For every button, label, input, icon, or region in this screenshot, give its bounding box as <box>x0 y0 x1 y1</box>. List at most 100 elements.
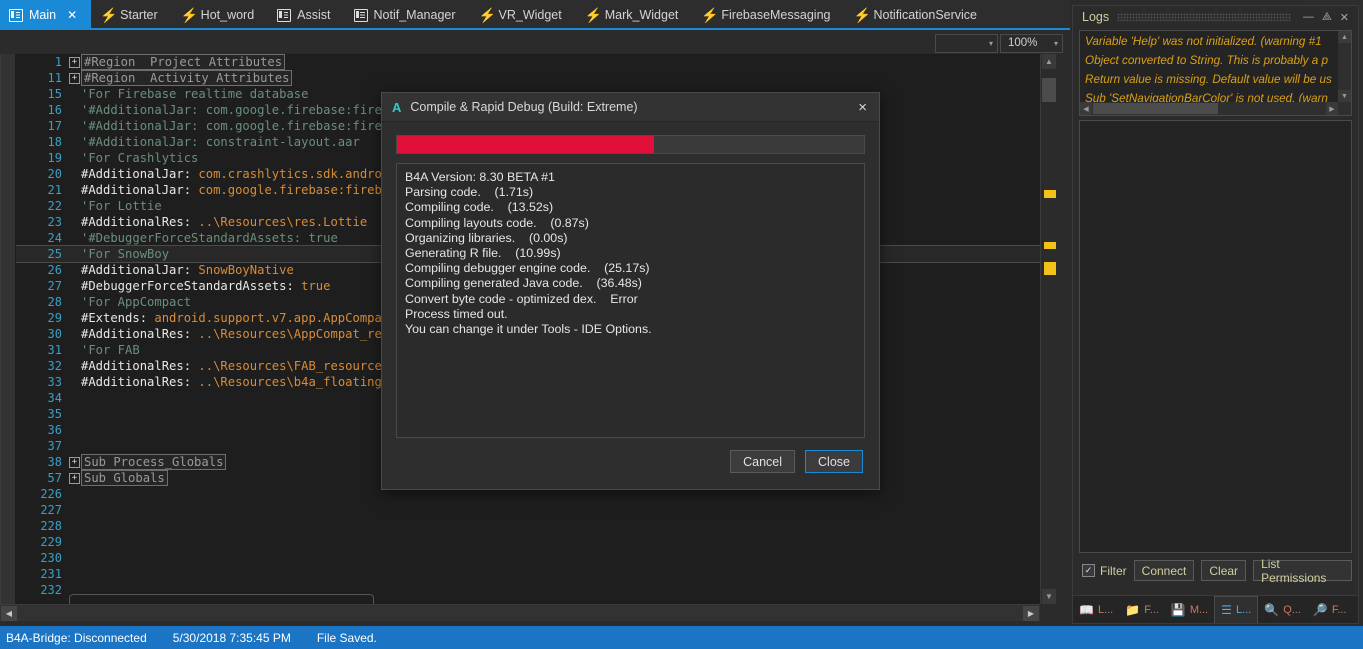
service-bolt-icon: ⚡ <box>100 6 118 23</box>
editor-tab-main[interactable]: Main ✕ <box>0 0 92 28</box>
close-icon[interactable]: × <box>854 100 871 115</box>
scrollbar-warning-marker[interactable] <box>1044 190 1056 198</box>
scrollbar-warning-marker[interactable] <box>1044 262 1056 275</box>
editor-tab-hot_word[interactable]: ⚡ Hot_word <box>172 0 269 28</box>
tab-close-icon[interactable]: ✕ <box>67 8 77 22</box>
vertical-scroll-thumb[interactable] <box>1042 78 1056 102</box>
warnings-vertical-scrollbar[interactable]: ▲ ▼ <box>1338 31 1351 102</box>
compiler-warning-line: Object converted to String. This is prob… <box>1085 54 1328 67</box>
line-number: 31 <box>47 343 62 357</box>
panel-tab-3[interactable]: ☰ L... <box>1214 596 1259 623</box>
scroll-left-arrow-icon[interactable]: ◀ <box>1 605 17 621</box>
code-comment: 'For SnowBoy <box>81 247 170 261</box>
editor-tab-bar: Main ✕ ⚡ Starter ⚡ Hot_word Assist Notif_Manage… <box>0 0 1070 30</box>
panel-tab-2[interactable]: 💾 M... <box>1165 596 1214 623</box>
code-line[interactable]: 227 <box>16 502 1040 518</box>
scroll-up-arrow-icon[interactable]: ▲ <box>1338 31 1351 43</box>
editor-vertical-scrollbar[interactable]: ▲ ▼ <box>1040 54 1056 604</box>
logs-output-area[interactable] <box>1079 120 1352 553</box>
close-icon[interactable]: ✕ <box>1336 11 1353 24</box>
scroll-right-arrow-icon[interactable]: ▶ <box>1023 605 1039 621</box>
filter-checkbox[interactable]: ✓ <box>1082 564 1095 577</box>
code-directive: #Extends: <box>81 311 155 325</box>
fold-expand-icon[interactable]: + <box>69 72 80 84</box>
code-line[interactable]: 1 + #Region Project Attributes <box>16 54 1040 70</box>
service-bolt-icon: ⚡ <box>584 6 603 23</box>
warnings-horizontal-scrollbar[interactable]: ◀ ▶ <box>1080 102 1351 115</box>
collapsed-region-label[interactable]: #Region Project Attributes <box>81 54 286 70</box>
panel-tab-4[interactable]: 🔍 Q... <box>1258 596 1307 623</box>
line-number: 34 <box>47 391 62 405</box>
zoom-dropdown-value: 100% <box>1008 37 1038 49</box>
fold-expand-icon[interactable]: + <box>69 56 80 68</box>
code-line[interactable]: 11 + #Region Activity Attributes <box>16 70 1040 86</box>
code-directive: #AdditionalRes: <box>81 375 199 389</box>
code-value: ..\Resources\FAB_resource <box>198 359 382 373</box>
compile-log-box[interactable]: B4A Version: 8.30 BETA #1 Parsing code. (… <box>396 163 865 438</box>
code-comment: 'For FAB <box>81 343 140 357</box>
scroll-down-arrow-icon[interactable]: ▼ <box>1338 90 1351 102</box>
filter-label: Filter <box>1100 563 1127 578</box>
compile-log-line: Process timed out. <box>405 306 508 321</box>
scroll-right-arrow-icon[interactable]: ▶ <box>1326 102 1338 115</box>
list-permissions-button[interactable]: List Permissions <box>1253 557 1352 585</box>
panel-tab-0[interactable]: 📖 L... <box>1073 596 1119 623</box>
editor-horizontal-scrollbar[interactable]: ◀ ▶ <box>0 604 1040 621</box>
collapsed-region-strip[interactable] <box>69 594 374 604</box>
editor-tab-label: VR_Widget <box>498 8 562 22</box>
editor-tab-starter[interactable]: ⚡ Starter <box>91 0 172 28</box>
collapsed-region-label[interactable]: Sub Globals <box>81 470 168 486</box>
collapsed-region-label[interactable]: Sub Process_Globals <box>81 454 227 470</box>
fold-expand-icon[interactable]: + <box>69 456 80 468</box>
editor-tool-strip: ▾ 100% ▾ <box>0 32 1070 54</box>
editor-tab-mark_widget[interactable]: ⚡ Mark_Widget <box>576 0 693 28</box>
code-line[interactable]: 228 <box>16 518 1040 534</box>
fold-expand-icon[interactable]: + <box>69 472 80 484</box>
logs-controls-row: ✓ Filter Connect Clear List Permissions <box>1073 553 1358 585</box>
editor-tab-notificationservice[interactable]: ⚡ NotificationService <box>844 0 991 28</box>
warnings-scroll-thumb[interactable] <box>1093 103 1218 114</box>
panel-tab-label: Q... <box>1283 603 1301 616</box>
scroll-down-arrow-icon[interactable]: ▼ <box>1042 589 1056 604</box>
panel-tab-5[interactable]: 🔎 F... <box>1307 596 1353 623</box>
compile-log-line: Organizing libraries. (0.00s) <box>405 230 568 245</box>
editor-tab-label: Notif_Manager <box>373 8 456 22</box>
status-file-state: File Saved. <box>316 630 377 645</box>
close-button[interactable]: Close <box>805 450 863 473</box>
editor-tab-assist[interactable]: Assist <box>268 0 344 28</box>
zoom-dropdown[interactable]: 100% ▾ <box>1000 33 1063 53</box>
status-bar: B4A-Bridge: Disconnected 5/30/2018 7:35:… <box>0 626 1363 649</box>
connect-button[interactable]: Connect <box>1133 560 1195 581</box>
scroll-up-arrow-icon[interactable]: ▲ <box>1042 54 1056 69</box>
panel-tab-1[interactable]: 📁 F... <box>1119 596 1165 623</box>
editor-tab-firebasemessaging[interactable]: ⚡ FirebaseMessaging <box>692 0 844 28</box>
status-timestamp: 5/30/2018 7:35:45 PM <box>172 630 291 645</box>
editor-tab-vr_widget[interactable]: ⚡ VR_Widget <box>470 0 576 28</box>
minimize-icon[interactable]: — <box>1299 11 1318 23</box>
line-number: 227 <box>40 503 62 517</box>
compiler-warnings-box[interactable]: Variable 'Help' was not initialized. (wa… <box>1079 30 1352 116</box>
scroll-left-arrow-icon[interactable]: ◀ <box>1080 102 1092 115</box>
line-number: 226 <box>40 487 62 501</box>
drag-handle-dots[interactable] <box>1117 13 1291 21</box>
collapsed-region-label[interactable]: #Region Activity Attributes <box>81 70 293 86</box>
dialog-title: Compile & Rapid Debug (Build: Extreme) <box>410 100 638 114</box>
editor-tab-notif_manager[interactable]: Notif_Manager <box>345 0 470 28</box>
code-line[interactable]: 229 <box>16 534 1040 550</box>
code-value: ..\Resources\AppCompat_res <box>198 327 390 341</box>
book-icon: 📖 <box>1079 602 1094 617</box>
line-number: 16 <box>47 103 62 117</box>
scrollbar-warning-marker[interactable] <box>1044 242 1056 249</box>
code-comment: '#AdditionalJar: constraint-layout.aar <box>81 135 360 149</box>
code-directive: #AdditionalRes: <box>81 359 199 373</box>
compiler-warning-line: Return value is missing. Default value w… <box>1085 73 1332 86</box>
cancel-button[interactable]: Cancel <box>730 450 796 473</box>
clear-button[interactable]: Clear <box>1201 560 1247 581</box>
filter-checkbox-wrap[interactable]: ✓ Filter <box>1082 564 1127 578</box>
pin-icon[interactable]: ⟁ <box>1318 11 1336 24</box>
line-number: 230 <box>40 551 62 565</box>
code-line[interactable]: 230 <box>16 550 1040 566</box>
logs-panel: Logs — ⟁ ✕ Variable 'Help' was not initi… <box>1072 5 1359 624</box>
code-line[interactable]: 231 <box>16 566 1040 582</box>
blank-dropdown[interactable]: ▾ <box>935 33 998 53</box>
